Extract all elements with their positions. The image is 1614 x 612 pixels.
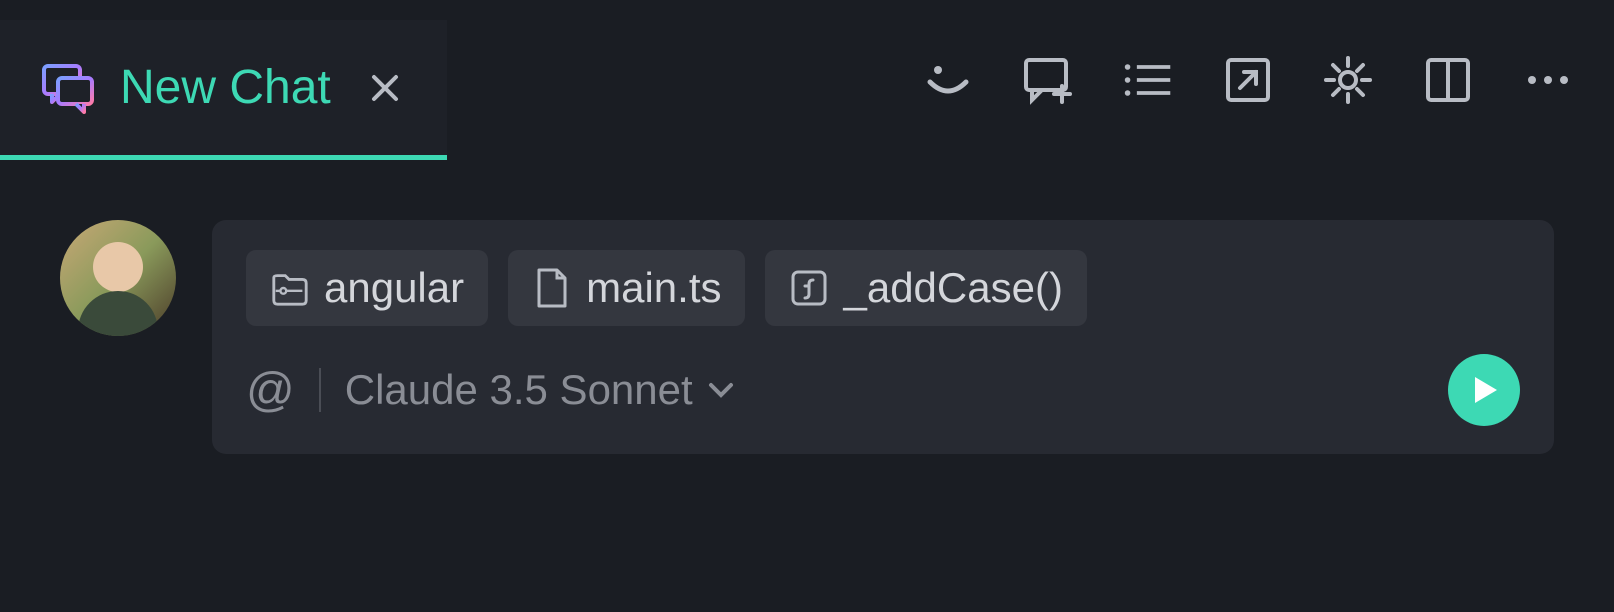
external-link-icon <box>1224 56 1272 104</box>
toolbar-smile-button[interactable] <box>922 54 974 106</box>
tab-new-chat[interactable]: New Chat <box>0 20 447 160</box>
gear-icon <box>1322 54 1374 106</box>
model-name: Claude 3.5 Sonnet <box>345 366 693 414</box>
tab-title: New Chat <box>120 60 331 115</box>
toolbar-more-button[interactable] <box>1522 54 1574 106</box>
play-icon <box>1473 375 1499 405</box>
chat-input-container[interactable]: angular main.ts <box>212 220 1554 454</box>
close-icon <box>370 73 400 103</box>
send-button[interactable] <box>1448 354 1520 426</box>
chevron-down-icon <box>707 381 735 399</box>
chip-label: _addCase() <box>843 264 1062 312</box>
toolbar-settings-button[interactable] <box>1322 54 1374 106</box>
function-icon <box>789 268 829 308</box>
chip-label: angular <box>324 264 464 312</box>
model-selector[interactable]: Claude 3.5 Sonnet <box>345 366 735 414</box>
user-avatar <box>60 220 176 336</box>
context-chip-file[interactable]: main.ts <box>508 250 745 326</box>
chip-label: main.ts <box>586 264 721 312</box>
divider <box>319 368 321 412</box>
more-icon <box>1526 74 1570 86</box>
context-chip-folder[interactable]: angular <box>246 250 488 326</box>
toolbar-new-chat-button[interactable] <box>1022 54 1074 106</box>
chat-icon <box>40 60 96 116</box>
smile-icon <box>924 56 972 104</box>
close-tab-button[interactable] <box>363 66 407 110</box>
context-chip-function[interactable]: _addCase() <box>765 250 1086 326</box>
toolbar-list-button[interactable] <box>1122 54 1174 106</box>
split-pane-icon <box>1424 56 1472 104</box>
file-icon <box>532 268 572 308</box>
toolbar-external-link-button[interactable] <box>1222 54 1274 106</box>
toolbar-split-pane-button[interactable] <box>1422 54 1474 106</box>
list-icon <box>1122 56 1174 104</box>
new-chat-icon <box>1022 54 1074 106</box>
mention-button[interactable]: @ <box>246 363 295 418</box>
folder-icon <box>270 268 310 308</box>
